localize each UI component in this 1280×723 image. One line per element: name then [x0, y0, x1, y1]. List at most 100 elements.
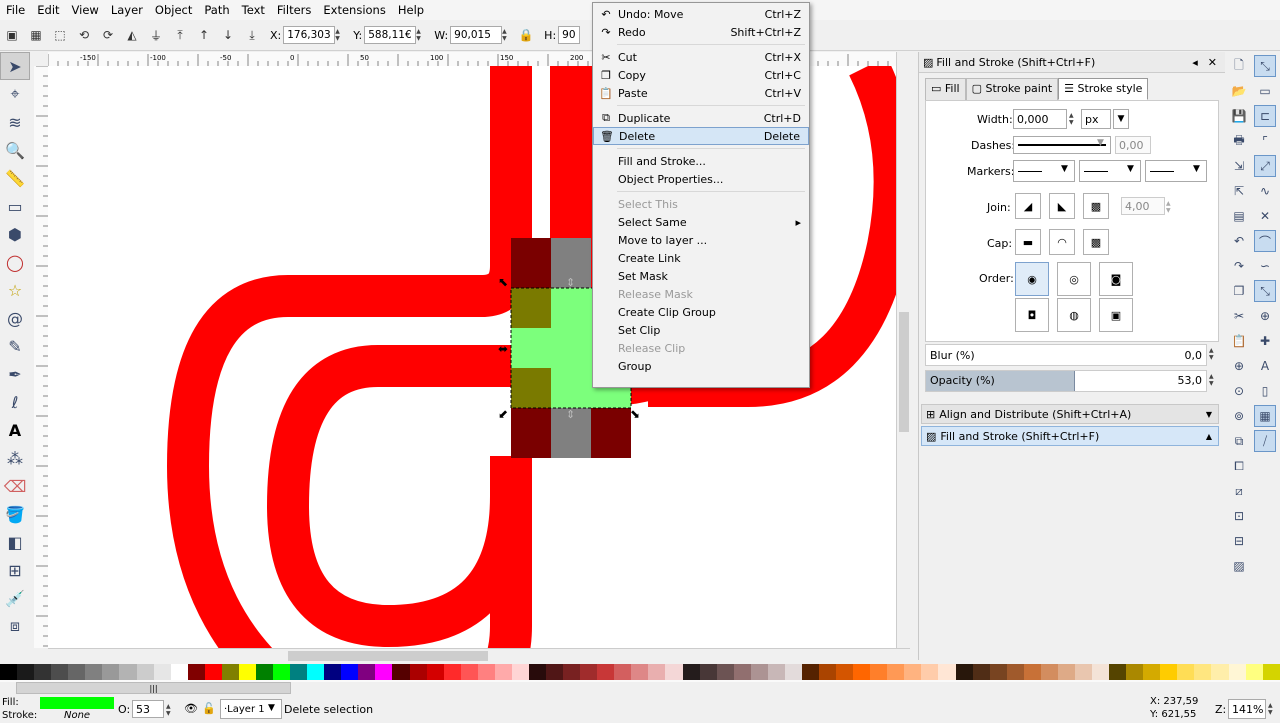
mesh-tool-icon[interactable]: ⊞	[0, 556, 30, 584]
dropper-tool-icon[interactable]: 💉	[0, 584, 30, 612]
palette-swatch[interactable]	[324, 664, 342, 680]
menu-item-create-clip-group[interactable]: Create Clip Group	[593, 303, 809, 321]
palette-swatch[interactable]	[972, 664, 990, 680]
flip-vertical-icon[interactable]: ⏚	[147, 26, 165, 44]
palette-swatch[interactable]	[375, 664, 393, 680]
menu-text[interactable]: Text	[236, 3, 271, 17]
palette-swatch[interactable]	[0, 664, 18, 680]
butt-cap-icon[interactable]: ▬	[1015, 229, 1041, 255]
ungroup-icon[interactable]: ⊟	[1228, 530, 1250, 552]
palette-swatch[interactable]	[426, 664, 444, 680]
bevel-join-icon[interactable]: ▩	[1083, 193, 1109, 219]
palette-swatch[interactable]	[1126, 664, 1144, 680]
palette-swatch[interactable]	[290, 664, 308, 680]
palette-swatch[interactable]	[938, 664, 956, 680]
snap-midpoints-icon[interactable]: ⤡	[1254, 280, 1276, 302]
gradient-tool-icon[interactable]: ◧	[0, 528, 30, 556]
deselect-icon[interactable]: ⬚	[51, 26, 69, 44]
snap-smooth-icon[interactable]: ∽	[1254, 255, 1276, 277]
pen-tool-icon[interactable]: ✒	[0, 360, 30, 388]
palette-swatch[interactable]	[887, 664, 905, 680]
start-marker-dropdown-icon[interactable]: ▼	[1061, 164, 1068, 174]
panel-iconify-icon[interactable]: ◂	[1192, 56, 1198, 69]
palette-swatch[interactable]	[68, 664, 86, 680]
menu-file[interactable]: File	[0, 3, 31, 17]
menu-item-object-properties[interactable]: Object Properties...	[593, 170, 809, 188]
palette-swatch[interactable]	[750, 664, 768, 680]
palette-swatch[interactable]	[102, 664, 120, 680]
resize-handle-left-icon[interactable]: ⬌	[498, 342, 508, 356]
palette-swatch[interactable]	[546, 664, 564, 680]
palette-swatch[interactable]	[170, 664, 188, 680]
calligraphy-tool-icon[interactable]: ℓ	[0, 388, 30, 416]
palette-swatch[interactable]	[1245, 664, 1263, 680]
snap-bbox-icon[interactable]: ▭	[1254, 80, 1276, 102]
resize-handle-bottom-right-icon[interactable]: ⬊	[630, 407, 640, 421]
zoom-tool-icon[interactable]: 🔍	[0, 136, 30, 164]
lower-to-bottom-icon[interactable]: ⤓	[243, 26, 261, 44]
measure-tool-icon[interactable]: 📏	[0, 164, 30, 192]
palette-swatch[interactable]	[631, 664, 649, 680]
opacity-short-input[interactable]: 53	[132, 700, 164, 718]
round-join-icon[interactable]: ◣	[1049, 193, 1075, 219]
palette-swatch[interactable]	[358, 664, 376, 680]
palette-swatch[interactable]	[307, 664, 325, 680]
copy-icon[interactable]: ❐	[1228, 280, 1250, 302]
menu-view[interactable]: View	[66, 3, 105, 17]
unlink-clone-icon[interactable]: ⧄	[1228, 480, 1250, 502]
pencil-tool-icon[interactable]: ✎	[0, 332, 30, 360]
blur-slider[interactable]: Blur (%) 0,0	[925, 344, 1207, 366]
cut-icon[interactable]: ✂	[1228, 305, 1250, 327]
palette-swatch[interactable]	[409, 664, 427, 680]
docked-fill-stroke[interactable]: ▨ Fill and Stroke (Shift+Ctrl+F) ▲	[921, 426, 1219, 446]
menu-item-redo[interactable]: ↷ Redo Shift+Ctrl+Z	[593, 23, 809, 41]
dashes-dropdown-icon[interactable]: ▼	[1097, 138, 1104, 148]
redo-icon[interactable]: ↷	[1228, 255, 1250, 277]
layer-dropdown-icon[interactable]: ▼	[268, 703, 275, 713]
menu-item-paste[interactable]: 📋 Paste Ctrl+V	[593, 84, 809, 102]
import-icon[interactable]: ⇲	[1228, 155, 1250, 177]
width-unit-dropdown-icon[interactable]: ▼	[1113, 109, 1129, 129]
palette-swatch[interactable]	[1006, 664, 1024, 680]
snap-nodes-icon[interactable]: ⤢	[1254, 155, 1276, 177]
palette-swatch[interactable]	[460, 664, 478, 680]
y-stepper[interactable]: ▲ ▼	[416, 26, 424, 44]
horizontal-scrollbar-thumb[interactable]	[288, 651, 488, 661]
miter-join-icon[interactable]: ◢	[1015, 193, 1041, 219]
snap-page-icon[interactable]: ▯	[1254, 380, 1276, 402]
menu-item-set-mask[interactable]: Set Mask	[593, 267, 809, 285]
h-input[interactable]: 90	[558, 26, 581, 44]
text-tool-icon[interactable]: A	[0, 416, 30, 444]
snap-guide-icon[interactable]: ⧸	[1254, 430, 1276, 452]
lower-icon[interactable]: ↓	[219, 26, 237, 44]
palette-swatch[interactable]	[221, 664, 239, 680]
width-input[interactable]: 0,000	[1013, 109, 1067, 129]
palette-swatch[interactable]	[1228, 664, 1246, 680]
palette-swatch[interactable]	[853, 664, 871, 680]
connector-tool-icon[interactable]: ⧈	[0, 612, 30, 640]
palette-swatch[interactable]	[1074, 664, 1092, 680]
palette-swatch[interactable]	[1194, 664, 1212, 680]
flip-horizontal-icon[interactable]: ◭	[123, 26, 141, 44]
x-stepper[interactable]: ▲ ▼	[335, 26, 343, 44]
palette-swatch[interactable]	[597, 664, 615, 680]
menu-item-select-same[interactable]: Select Same ▸	[593, 213, 809, 231]
y-input[interactable]: 588,11€	[364, 26, 417, 44]
palette-swatch[interactable]	[477, 664, 495, 680]
order-markers-stroke-fill-icon[interactable]: ▣	[1099, 298, 1133, 332]
snap-text-baseline-icon[interactable]: A	[1254, 355, 1276, 377]
snap-bbox-edges-icon[interactable]: ⊏	[1254, 105, 1276, 127]
palette-swatch[interactable]	[819, 664, 837, 680]
palette-swatch[interactable]	[1211, 664, 1229, 680]
fill-stroke-icon[interactable]: ▨	[1228, 555, 1250, 577]
palette-swatch[interactable]	[784, 664, 802, 680]
menu-help[interactable]: Help	[392, 3, 430, 17]
palette-swatch[interactable]	[153, 664, 171, 680]
spiral-tool-icon[interactable]: @	[0, 304, 30, 332]
palette-swatch[interactable]	[1143, 664, 1161, 680]
square-cap-icon[interactable]: ▩	[1083, 229, 1109, 255]
snap-intersections-icon[interactable]: ✕	[1254, 205, 1276, 227]
end-marker-dropdown-icon[interactable]: ▼	[1193, 164, 1200, 174]
new-document-icon[interactable]: 🗋	[1228, 55, 1250, 77]
miter-limit-stepper[interactable]: ▲ ▼	[1166, 198, 1174, 216]
